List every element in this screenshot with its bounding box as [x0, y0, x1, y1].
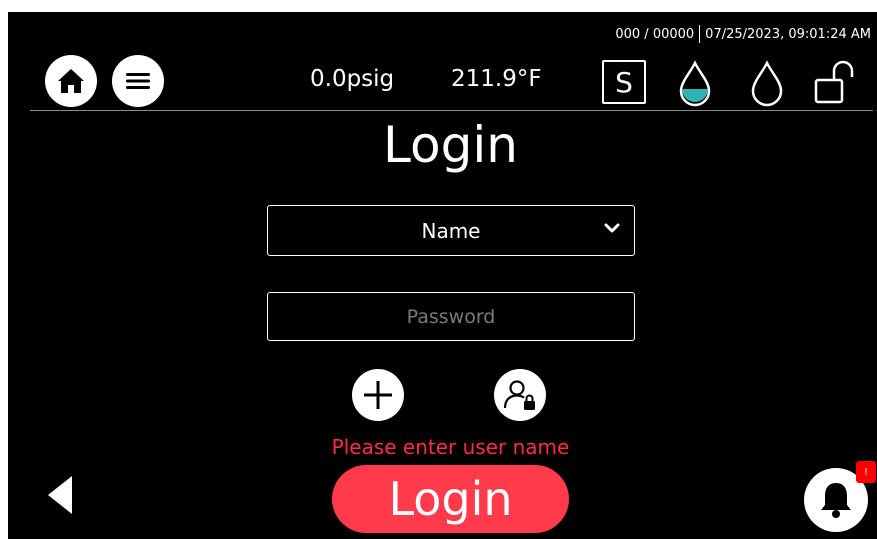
header-divider	[30, 110, 873, 111]
temperature-reading: 211.9°F	[451, 66, 542, 92]
user-lock-button[interactable]	[494, 369, 546, 421]
add-user-button[interactable]	[352, 369, 404, 421]
user-name-select-value: Name	[421, 218, 481, 243]
plus-icon	[364, 381, 392, 409]
login-button[interactable]: Login	[332, 465, 569, 533]
status-line: 000 / 00000 07/25/2023, 09:01:24 AM	[615, 25, 871, 43]
mode-letter: S	[615, 65, 633, 99]
menu-button[interactable]	[112, 55, 164, 107]
screen: 000 / 00000 07/25/2023, 09:01:24 AM 0.0p…	[8, 12, 877, 539]
bell-icon	[821, 483, 851, 518]
user-name-select[interactable]: Name	[267, 205, 635, 256]
password-field[interactable]	[267, 292, 635, 341]
pressure-reading: 0.0psig	[310, 66, 395, 92]
user-lock-icon	[503, 380, 535, 410]
error-message: Please enter user name	[331, 435, 570, 459]
chevron-down-icon	[604, 223, 620, 233]
back-arrow-icon[interactable]	[44, 473, 76, 517]
counter-text: 000 / 00000	[615, 26, 695, 42]
menu-icon	[126, 73, 150, 89]
datetime-text: 07/25/2023, 09:01:24 AM	[705, 26, 871, 42]
status-divider	[699, 25, 701, 43]
unlock-icon[interactable]	[814, 60, 858, 106]
login-button-label: Login	[388, 472, 513, 526]
home-button[interactable]	[45, 55, 97, 107]
mode-indicator[interactable]: S	[602, 60, 646, 104]
home-icon	[58, 69, 84, 93]
water-drop-filled-icon	[679, 60, 711, 107]
water-drop-empty-icon	[751, 60, 783, 107]
notification-badge: !	[856, 461, 876, 483]
page-title: Login	[383, 116, 518, 174]
